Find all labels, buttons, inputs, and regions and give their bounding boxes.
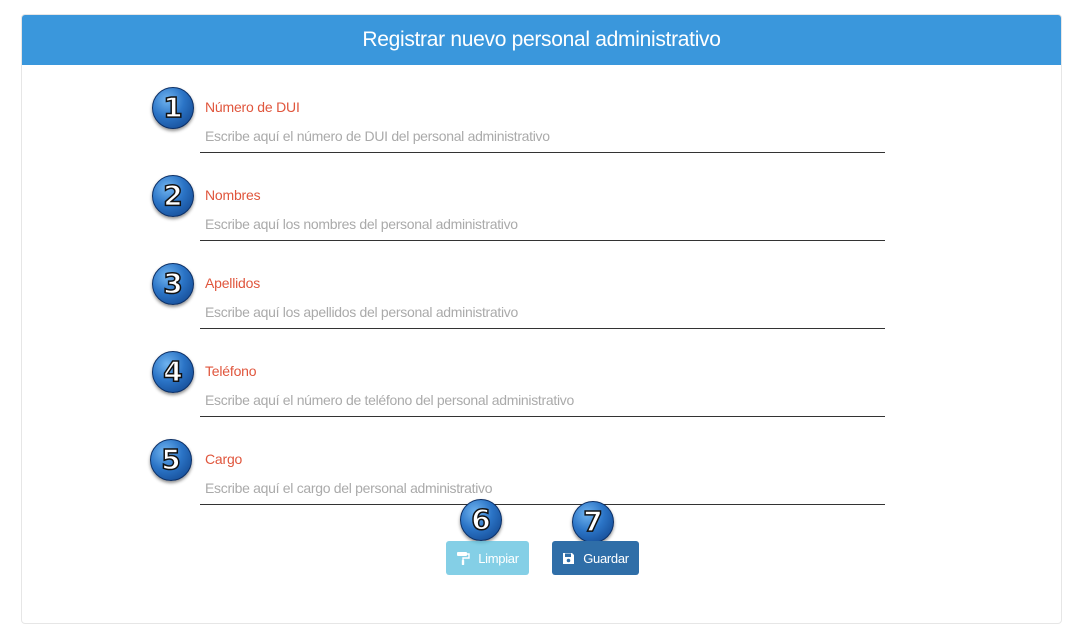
panel-header: Registrar nuevo personal administrativo bbox=[22, 15, 1061, 65]
step-badge-4: 4 bbox=[152, 351, 194, 393]
step-badge-2: 2 bbox=[152, 175, 194, 217]
step-badge-6: 6 bbox=[460, 499, 502, 541]
clear-button[interactable]: Limpiar bbox=[446, 541, 529, 575]
apellidos-label: Apellidos bbox=[205, 275, 261, 291]
step-badge-7: 7 bbox=[572, 501, 614, 543]
telefono-label: Teléfono bbox=[205, 363, 257, 379]
dui-label: Número de DUI bbox=[205, 99, 300, 115]
save-button[interactable]: Guardar bbox=[552, 541, 639, 575]
panel-title: Registrar nuevo personal administrativo bbox=[362, 28, 721, 51]
step-badge-5: 5 bbox=[150, 439, 192, 481]
cargo-label: Cargo bbox=[205, 451, 243, 467]
paint-roller-icon bbox=[456, 551, 470, 565]
floppy-disk-icon bbox=[562, 552, 575, 565]
step-badge-number: 5 bbox=[160, 443, 181, 476]
step-badge-number: 7 bbox=[582, 505, 603, 538]
step-badge-number: 4 bbox=[162, 355, 183, 388]
dui-input[interactable] bbox=[200, 119, 885, 153]
step-badge-3: 3 bbox=[152, 263, 194, 305]
step-badge-1: 1 bbox=[152, 87, 194, 129]
cargo-input[interactable] bbox=[200, 471, 885, 505]
nombres-input[interactable] bbox=[200, 207, 885, 241]
step-badge-number: 2 bbox=[162, 179, 183, 212]
step-badge-number: 6 bbox=[470, 503, 491, 536]
telefono-input[interactable] bbox=[200, 383, 885, 417]
clear-button-label: Limpiar bbox=[478, 550, 519, 566]
apellidos-input[interactable] bbox=[200, 295, 885, 329]
nombres-label: Nombres bbox=[205, 187, 261, 203]
step-badge-number: 1 bbox=[162, 91, 183, 124]
save-button-label: Guardar bbox=[583, 550, 629, 566]
step-badge-number: 3 bbox=[162, 267, 183, 300]
